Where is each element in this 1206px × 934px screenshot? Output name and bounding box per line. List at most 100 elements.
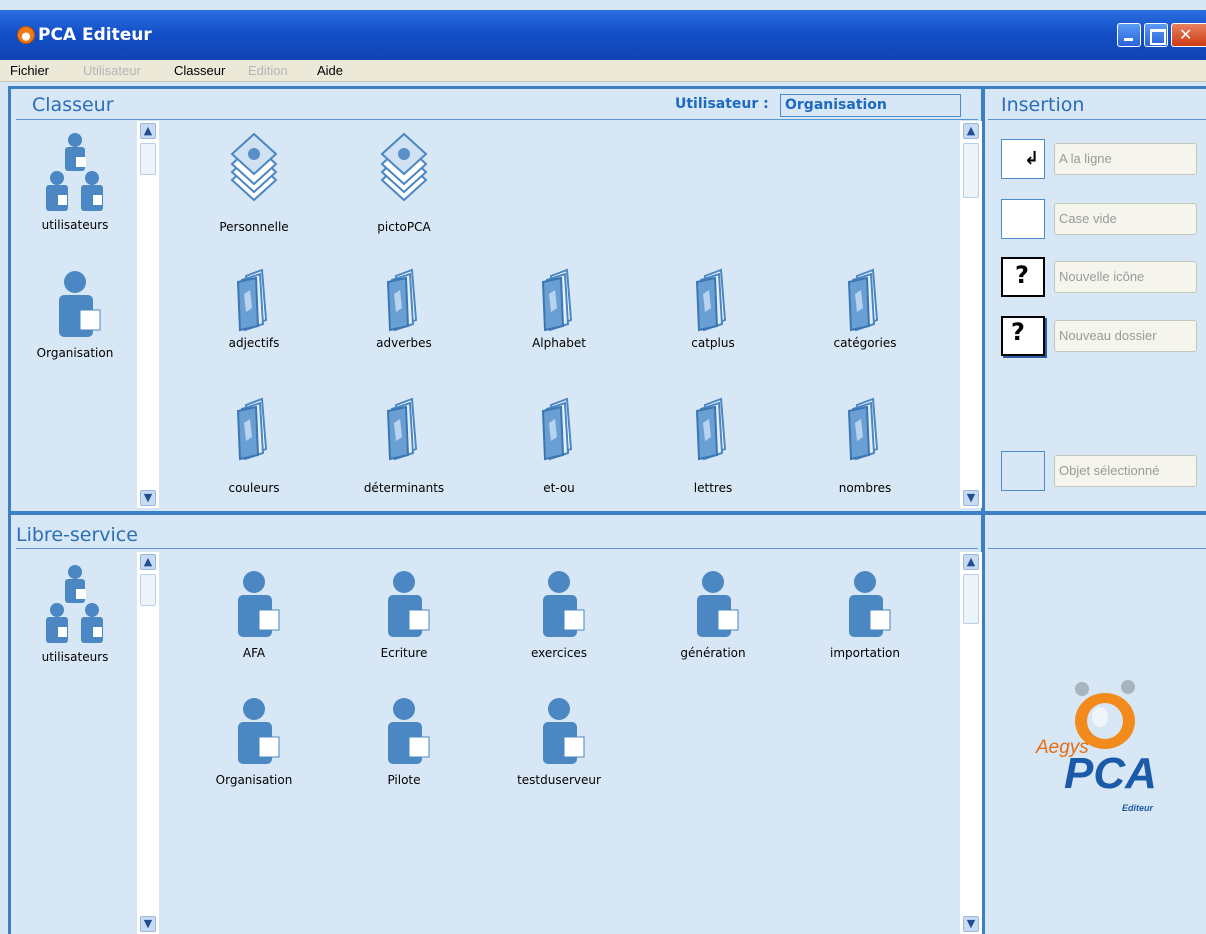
item-label: AFA: [242, 646, 266, 660]
libre-main-scrollbar[interactable]: ▲ ▼: [960, 552, 982, 934]
libre-user-item[interactable]: testduserveur: [499, 697, 619, 787]
user-icon: [388, 571, 430, 637]
insert-new-icon-field[interactable]: Nouvelle icône: [1054, 261, 1197, 293]
selected-object-box[interactable]: [1001, 451, 1045, 491]
item-label: Pilote: [387, 773, 421, 787]
scroll-up-icon[interactable]: ▲: [963, 123, 979, 139]
classeur-folder-item[interactable]: catplus: [653, 268, 773, 350]
classeur-folder-item[interactable]: Alphabet: [499, 268, 619, 350]
window-title: PCA Editeur: [38, 25, 152, 45]
newline-box[interactable]: ↲: [1001, 139, 1045, 179]
item-label: et-ou: [543, 481, 575, 495]
question-icon: ?: [1011, 318, 1025, 346]
insert-empty-field[interactable]: Case vide: [1054, 203, 1197, 235]
item-label: adverbes: [376, 336, 432, 350]
scroll-thumb[interactable]: [140, 574, 156, 606]
aegys-pca-logo: Aegys PCA Editeur: [1030, 675, 1170, 825]
item-label: génération: [680, 646, 746, 660]
classeur-main-scrollbar[interactable]: ▲ ▼: [960, 121, 982, 508]
scroll-down-icon[interactable]: ▼: [963, 490, 979, 506]
classeur-folder-item[interactable]: catégories: [805, 268, 925, 350]
classeur-left-item[interactable]: Organisation: [15, 270, 135, 360]
classeur-folder-item[interactable]: pictoPCA: [344, 130, 464, 234]
item-label: importation: [830, 646, 900, 660]
item-label: Organisation: [215, 773, 293, 787]
libre-user-item[interactable]: AFA: [194, 570, 314, 660]
insert-new-folder-field[interactable]: Nouveau dossier: [1054, 320, 1197, 352]
document-folder-icon: [541, 268, 573, 332]
minimize-button[interactable]: [1117, 23, 1141, 47]
new-icon-box[interactable]: ?: [1001, 257, 1045, 297]
scroll-thumb[interactable]: [963, 143, 979, 198]
scroll-down-icon[interactable]: ▼: [140, 916, 156, 932]
scroll-up-icon[interactable]: ▲: [140, 123, 156, 139]
title-bar: PCA Editeur: [0, 10, 1206, 60]
classeur-folder-item[interactable]: lettres: [653, 397, 773, 495]
folder-stack-icon: [230, 132, 278, 202]
scroll-thumb[interactable]: [963, 574, 979, 624]
frame-border-top: [8, 86, 1206, 89]
scroll-up-icon[interactable]: ▲: [963, 554, 979, 570]
classeur-folder-item[interactable]: et-ou: [499, 397, 619, 495]
libre-underline: [16, 548, 978, 549]
classeur-folder-item[interactable]: Personnelle: [194, 130, 314, 234]
item-label: Personnelle: [219, 220, 289, 234]
classeur-folder-item[interactable]: nombres: [805, 397, 925, 495]
insertion-underline: [988, 119, 1206, 120]
insert-newline-field[interactable]: A la ligne: [1054, 143, 1197, 175]
selected-object-field[interactable]: Objet sélectionné: [1054, 455, 1197, 487]
user-icon: [238, 571, 280, 637]
libre-user-item[interactable]: importation: [805, 570, 925, 660]
libre-user-item[interactable]: Pilote: [344, 697, 464, 787]
return-arrow-icon: ↲: [1024, 148, 1040, 169]
document-folder-icon: [847, 397, 879, 461]
menu-edition[interactable]: Edition: [248, 63, 288, 78]
classeur-folder-item[interactable]: couleurs: [194, 397, 314, 495]
classeur-folder-item[interactable]: adjectifs: [194, 268, 314, 350]
item-label: catplus: [691, 336, 735, 350]
user-icon: [238, 698, 280, 764]
empty-cell-box[interactable]: [1001, 199, 1045, 239]
item-label: Ecriture: [380, 646, 428, 660]
item-label: déterminants: [363, 481, 445, 495]
document-folder-icon: [236, 397, 268, 461]
libre-user-item[interactable]: Organisation: [194, 697, 314, 787]
logo-sub: Editeur: [1122, 803, 1154, 813]
libre-user-item[interactable]: génération: [653, 570, 773, 660]
scroll-down-icon[interactable]: ▼: [963, 916, 979, 932]
item-label: adjectifs: [228, 336, 280, 350]
menu-utilisateur[interactable]: Utilisateur: [83, 63, 141, 78]
document-folder-icon: [386, 268, 418, 332]
users-group-icon: [46, 133, 103, 211]
user-field[interactable]: Organisation: [780, 94, 961, 117]
item-label: Alphabet: [532, 336, 586, 350]
new-folder-box[interactable]: ?: [1001, 316, 1045, 356]
close-button[interactable]: [1171, 23, 1206, 47]
classeur-left-item[interactable]: utilisateurs: [15, 130, 135, 232]
user-label: Utilisateur :: [675, 96, 769, 112]
menu-fichier[interactable]: Fichier: [10, 63, 49, 78]
menu-aide[interactable]: Aide: [317, 63, 343, 78]
app-logo-icon: [17, 26, 35, 44]
document-folder-icon: [386, 397, 418, 461]
user-icon: [59, 271, 101, 337]
libre-right-underline: [988, 548, 1206, 549]
frame-divider-right: [985, 512, 1206, 513]
user-icon: [543, 571, 585, 637]
question-icon: ?: [1015, 261, 1029, 289]
classeur-left-scrollbar[interactable]: ▲ ▼: [137, 121, 159, 508]
libre-user-item[interactable]: exercices: [499, 570, 619, 660]
libre-user-item[interactable]: Ecriture: [344, 570, 464, 660]
scroll-down-icon[interactable]: ▼: [140, 490, 156, 506]
scroll-thumb[interactable]: [140, 143, 156, 175]
document-folder-icon: [541, 397, 573, 461]
item-label: utilisateurs: [41, 650, 109, 664]
menu-classeur[interactable]: Classeur: [174, 63, 225, 78]
scroll-up-icon[interactable]: ▲: [140, 554, 156, 570]
libre-left-item[interactable]: utilisateurs: [15, 562, 135, 664]
classeur-folder-item[interactable]: adverbes: [344, 268, 464, 350]
classeur-title: Classeur: [32, 94, 114, 116]
maximize-button[interactable]: [1144, 23, 1168, 47]
classeur-folder-item[interactable]: déterminants: [344, 397, 464, 495]
libre-left-scrollbar[interactable]: ▲ ▼: [137, 552, 159, 934]
